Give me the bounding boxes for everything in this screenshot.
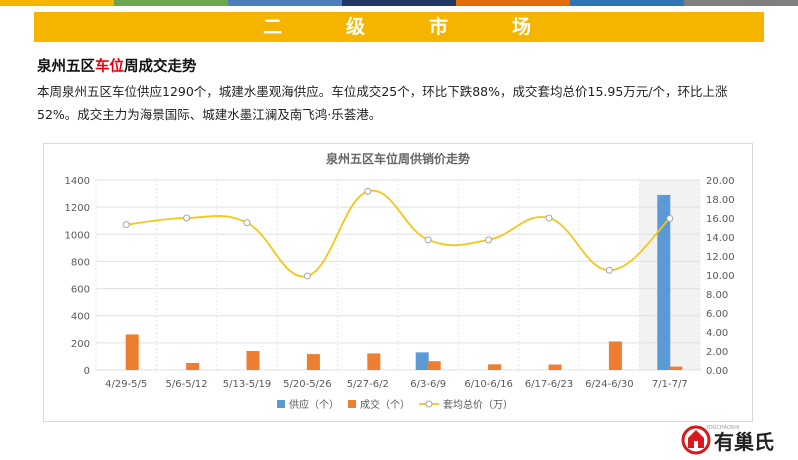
y-right-tick-label: 2.00 bbox=[706, 347, 728, 358]
y-right-tick-label: 4.00 bbox=[706, 328, 728, 339]
banner-char: 二 bbox=[262, 16, 286, 38]
section-banner: 二级市场 bbox=[34, 12, 764, 42]
price-point bbox=[666, 214, 674, 222]
price-point bbox=[122, 221, 130, 229]
x-tick-label: 6/10-6/16 bbox=[464, 379, 513, 390]
legend-swatch bbox=[277, 400, 285, 408]
banner-char: 市 bbox=[429, 16, 453, 38]
legend-label: 供应（个） bbox=[289, 398, 339, 411]
price-point bbox=[605, 266, 613, 274]
y-left-tick-label: 200 bbox=[71, 339, 90, 350]
legend-swatch-marker bbox=[425, 400, 433, 408]
y-right-tick-label: 20.00 bbox=[706, 176, 735, 187]
banner-char: 场 bbox=[512, 16, 536, 38]
bar-deal bbox=[427, 361, 441, 370]
bar-deal bbox=[306, 354, 320, 370]
bar-deal bbox=[669, 366, 683, 370]
price-point bbox=[485, 236, 493, 244]
banner-char: 级 bbox=[345, 16, 369, 38]
y-right-tick-label: 16.00 bbox=[706, 214, 735, 225]
price-point bbox=[545, 214, 553, 222]
bar-deal bbox=[488, 364, 502, 370]
banner-title: 二级市场 bbox=[34, 12, 764, 42]
x-tick-label: 6/24-6/30 bbox=[585, 379, 634, 390]
bar-deal bbox=[186, 362, 200, 370]
subtitle-prefix: 泉州五区 bbox=[37, 59, 95, 75]
x-tick-label: 4/29-5/5 bbox=[105, 379, 147, 390]
legend-label: 套均总价（万） bbox=[443, 398, 513, 411]
stripe-segment bbox=[684, 0, 798, 6]
price-point bbox=[243, 219, 251, 227]
logo-tagline: YOUCHAOSHI bbox=[705, 425, 739, 431]
stripe-segment bbox=[570, 0, 684, 6]
bar-deal bbox=[608, 341, 622, 370]
bar-deal bbox=[548, 364, 562, 370]
x-tick-label: 6/3-6/9 bbox=[410, 379, 446, 390]
chart-container: 泉州五区车位周供销价走势 0 200 400 600 800 1000 1200 1400 0.0… bbox=[43, 143, 753, 422]
subtitle-suffix: 周成交走势 bbox=[124, 59, 197, 75]
price-point bbox=[364, 187, 372, 195]
y-right-tick-label: 12.00 bbox=[706, 252, 735, 263]
x-tick-label: 7/1-7/7 bbox=[652, 379, 688, 390]
bar-deal bbox=[246, 351, 260, 370]
legend-label: 成交（个） bbox=[360, 398, 410, 411]
x-tick-label: 5/13-5/19 bbox=[223, 379, 272, 390]
combo-chart: 泉州五区车位周供销价走势 0 200 400 600 800 1000 1200 1400 0.0… bbox=[65, 151, 735, 411]
price-point bbox=[303, 272, 311, 280]
price-point bbox=[424, 236, 432, 244]
x-tick-label: 5/20-5/26 bbox=[283, 379, 332, 390]
y-left-tick-label: 400 bbox=[71, 312, 90, 323]
chart-title: 泉州五区车位周供销价走势 bbox=[326, 151, 470, 166]
y-right-tick-label: 8.00 bbox=[706, 290, 728, 301]
x-tick-label: 5/6-5/12 bbox=[166, 379, 208, 390]
x-tick-label: 6/17-6/23 bbox=[525, 379, 574, 390]
brand-logo: 有巢氏 YOUCHAOSHI bbox=[681, 425, 774, 455]
logo-text: 有巢氏 bbox=[714, 430, 774, 454]
stripe-segment bbox=[456, 0, 570, 6]
y-left-tick-label: 1000 bbox=[65, 230, 90, 241]
y-left-tick-label: 1400 bbox=[65, 176, 90, 187]
y-right-tick-label: 14.00 bbox=[706, 233, 735, 244]
stripe-segment bbox=[0, 0, 114, 6]
y-left-tick-label: 0 bbox=[84, 366, 90, 377]
y-left-tick-label: 800 bbox=[71, 257, 90, 268]
bar-deal bbox=[367, 353, 381, 370]
bar-deal bbox=[125, 334, 139, 370]
legend-swatch bbox=[348, 400, 356, 408]
y-right-tick-label: 0.00 bbox=[706, 366, 728, 377]
section-subtitle: 泉州五区车位周成交走势 bbox=[37, 55, 197, 76]
y-left-tick-label: 600 bbox=[71, 285, 90, 296]
y-right-tick-label: 10.00 bbox=[706, 271, 735, 282]
price-point bbox=[183, 214, 191, 222]
stripe-segment bbox=[228, 0, 342, 6]
bar-supply bbox=[415, 352, 429, 370]
y-right-tick-label: 18.00 bbox=[706, 195, 735, 206]
y-right-tick-label: 6.00 bbox=[706, 309, 728, 320]
top-color-stripe bbox=[0, 0, 798, 6]
x-tick-label: 5/27-6/2 bbox=[347, 379, 389, 390]
subtitle-highlight: 车位 bbox=[95, 59, 124, 75]
stripe-segment bbox=[342, 0, 456, 6]
y-left-tick-label: 1200 bbox=[65, 203, 90, 214]
summary-paragraph: 本周泉州五区车位供应1290个，城建水墨观海供应。车位成交25个，环比下跌88%… bbox=[37, 84, 728, 122]
stripe-segment bbox=[114, 0, 228, 6]
